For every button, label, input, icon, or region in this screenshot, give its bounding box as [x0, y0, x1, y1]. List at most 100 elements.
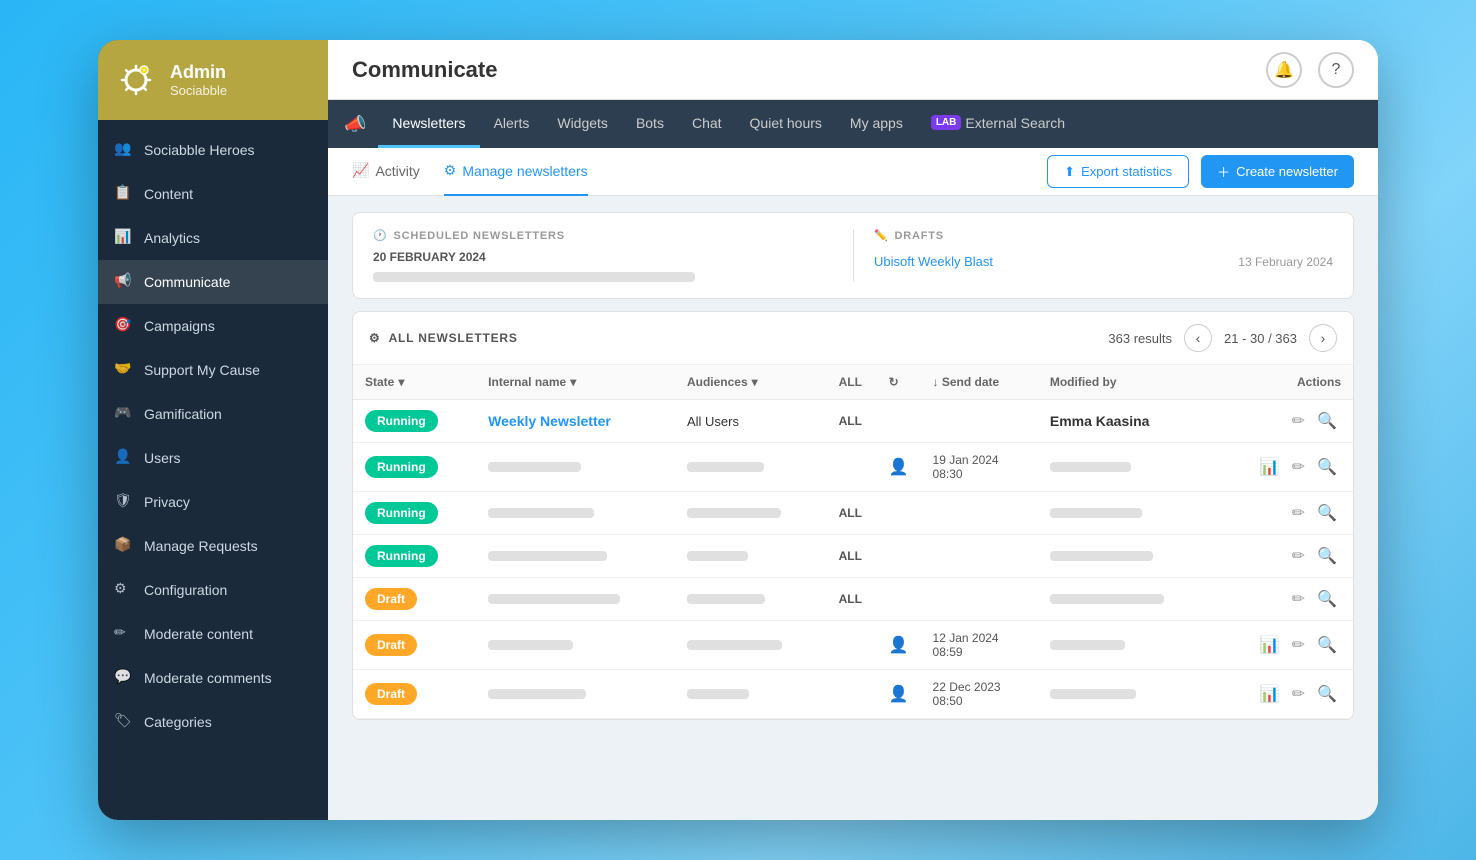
export-statistics-button[interactable]: ⬆ Export statistics: [1047, 155, 1189, 188]
cell-internal-name: [476, 621, 675, 670]
cell-actions: 📊 ✏ 🔍: [1214, 443, 1353, 492]
col-audiences-label: Audiences: [687, 375, 748, 389]
cell-audiences: All Users: [675, 400, 827, 443]
cell-send-date: 22 Dec 2023 08:50: [921, 670, 1038, 719]
nav-tab-external-search[interactable]: LABExternal Search: [917, 100, 1079, 148]
org-label: Sociabble: [170, 83, 227, 98]
upload-icon: ⬆: [1064, 164, 1075, 180]
next-page-button[interactable]: ›: [1309, 324, 1337, 352]
search-icon[interactable]: 🔍: [1317, 546, 1337, 566]
sidebar-item-moderate-comments[interactable]: 💬Moderate comments: [98, 656, 328, 700]
col-refresh[interactable]: ↻: [877, 365, 921, 400]
col-name-label: Internal name: [488, 375, 566, 389]
refresh-icon[interactable]: ↻: [889, 375, 899, 389]
cell-internal-name[interactable]: Weekly Newsletter: [476, 400, 675, 443]
prev-page-button[interactable]: ‹: [1184, 324, 1212, 352]
cell-internal-name: [476, 492, 675, 535]
col-send-date[interactable]: ↓ Send date: [921, 365, 1038, 400]
edit-icon[interactable]: ✏: [1292, 589, 1305, 609]
edit-icon[interactable]: ✏: [1292, 411, 1305, 431]
col-modified-by: Modified by: [1038, 365, 1214, 400]
status-badge: Draft: [365, 588, 417, 610]
newsletter-name-link[interactable]: Weekly Newsletter: [488, 413, 611, 429]
sidebar-item-label: Content: [144, 186, 193, 202]
sidebar-item-communicate[interactable]: 📢Communicate: [98, 260, 328, 304]
nav-tab-alerts[interactable]: Alerts: [480, 100, 544, 148]
sidebar-item-moderate-content[interactable]: ✏Moderate content: [98, 612, 328, 656]
sidebar-item-content[interactable]: 📋Content: [98, 172, 328, 216]
scheduled-col: 🕐 SCHEDULED NEWSLETTERS 20 FEBRUARY 2024: [373, 229, 853, 282]
cell-all-tag: ALL: [827, 492, 877, 535]
search-icon[interactable]: 🔍: [1317, 684, 1337, 704]
nav-tab-chat[interactable]: Chat: [678, 100, 736, 148]
edit-icon[interactable]: ✏: [1292, 457, 1305, 477]
sidebar-header: Admin Sociabble: [98, 40, 328, 120]
cell-user-icon: 👤: [877, 670, 921, 719]
sidebar: Admin Sociabble 👥Sociabble Heroes📋Conten…: [98, 40, 328, 820]
sidebar-item-privacy[interactable]: 🛡Privacy: [98, 480, 328, 524]
stats-icon[interactable]: 📊: [1260, 684, 1280, 704]
notification-button[interactable]: 🔔: [1266, 52, 1302, 88]
cell-user-icon: [877, 400, 921, 443]
edit-icon[interactable]: ✏: [1292, 503, 1305, 523]
sidebar-item-label: Sociabble Heroes: [144, 142, 255, 158]
action-buttons: 📊 ✏ 🔍: [1226, 457, 1341, 477]
col-audiences[interactable]: Audiences ▾: [675, 365, 827, 400]
audiences-placeholder: [687, 462, 764, 472]
col-internal-name[interactable]: Internal name ▾: [476, 365, 675, 400]
sidebar-item-configuration[interactable]: ⚙Configuration: [98, 568, 328, 612]
gear-small-icon: ⚙: [369, 331, 381, 345]
stats-icon[interactable]: 📊: [1260, 457, 1280, 477]
nav-tab-quiet-hours[interactable]: Quiet hours: [736, 100, 836, 148]
cell-all-tag: ALL: [827, 535, 877, 578]
search-icon[interactable]: 🔍: [1317, 411, 1337, 431]
campaigns-icon: 🎯: [114, 316, 134, 336]
name-placeholder: [488, 551, 607, 561]
tab-activity-label: Activity: [375, 163, 419, 179]
col-state[interactable]: State ▾: [353, 365, 476, 400]
stats-icon[interactable]: 📊: [1260, 635, 1280, 655]
tab-activity[interactable]: 📈 Activity: [352, 148, 420, 196]
analytics-icon: 📊: [114, 228, 134, 248]
nav-tab-widgets[interactable]: Widgets: [543, 100, 622, 148]
modifier-placeholder: [1050, 689, 1136, 699]
sidebar-item-support-my-cause[interactable]: 🤝Support My Cause: [98, 348, 328, 392]
cell-send-date: 19 Jan 2024 08:30: [921, 443, 1038, 492]
name-placeholder: [488, 689, 586, 699]
nav-tab-my-apps[interactable]: My apps: [836, 100, 917, 148]
action-buttons: 📊 ✏ 🔍: [1226, 684, 1341, 704]
sidebar-item-label: Gamification: [144, 406, 222, 422]
sidebar-item-sociabble-heroes[interactable]: 👥Sociabble Heroes: [98, 128, 328, 172]
edit-icon[interactable]: ✏: [1292, 684, 1305, 704]
drafts-title: DRAFTS: [895, 230, 944, 242]
edit-icon[interactable]: ✏: [1292, 635, 1305, 655]
nav-tab-newsletters[interactable]: Newsletters: [378, 100, 479, 148]
sidebar-item-analytics[interactable]: 📊Analytics: [98, 216, 328, 260]
cell-send-date: [921, 400, 1038, 443]
modifier-placeholder: [1050, 551, 1153, 561]
sub-tabs: 📈 Activity ⚙ Manage newsletters ⬆ Export…: [328, 148, 1378, 196]
action-buttons: 📊 ✏ 🔍: [1226, 635, 1341, 655]
tab-manage-newsletters[interactable]: ⚙ Manage newsletters: [444, 148, 588, 196]
nav-tab-bots[interactable]: Bots: [622, 100, 678, 148]
search-icon[interactable]: 🔍: [1317, 635, 1337, 655]
create-newsletter-button[interactable]: ＋ Create newsletter: [1201, 155, 1354, 188]
help-button[interactable]: ?: [1318, 52, 1354, 88]
edit-icon[interactable]: ✏: [1292, 546, 1305, 566]
privacy-icon: 🛡: [114, 492, 134, 512]
sidebar-item-gamification[interactable]: 🎮Gamification: [98, 392, 328, 436]
search-icon[interactable]: 🔍: [1317, 589, 1337, 609]
sidebar-item-label: Users: [144, 450, 181, 466]
cell-user-icon: 👤: [877, 621, 921, 670]
page-title: Communicate: [352, 57, 497, 83]
search-icon[interactable]: 🔍: [1317, 503, 1337, 523]
draft-link[interactable]: Ubisoft Weekly Blast: [874, 254, 993, 269]
cell-audiences: [675, 535, 827, 578]
sidebar-item-categories[interactable]: 🏷Categories: [98, 700, 328, 744]
sidebar-item-campaigns[interactable]: 🎯Campaigns: [98, 304, 328, 348]
sidebar-item-manage-requests[interactable]: 📦Manage Requests: [98, 524, 328, 568]
sidebar-item-users[interactable]: 👤Users: [98, 436, 328, 480]
table-row: Draft👤12 Jan 2024 08:59📊✏🔍: [353, 621, 1353, 670]
search-icon[interactable]: 🔍: [1317, 457, 1337, 477]
cell-audiences: [675, 578, 827, 621]
